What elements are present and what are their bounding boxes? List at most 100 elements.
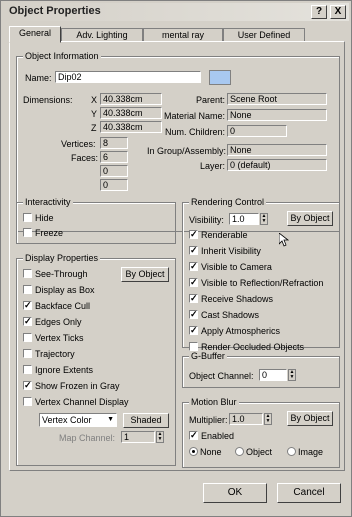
mouse-cursor-icon (279, 233, 289, 247)
cast-shadows-checkbox[interactable]: ✓ Cast Shadows (189, 310, 259, 322)
window-title: Object Properties (9, 5, 101, 17)
display-by-object-button[interactable]: By Object (121, 267, 169, 282)
motion-blur-enabled-checkbox[interactable]: ✓ Enabled (189, 431, 234, 443)
ok-button[interactable]: OK (203, 483, 267, 503)
num-children-value: 0 (227, 125, 287, 137)
freeze-checkbox[interactable]: Freeze (23, 228, 63, 240)
multiplier-label: Multiplier: (189, 415, 228, 425)
dimensions-label: Dimensions: (23, 95, 73, 105)
apply-atmospherics-checkbox[interactable]: ✓ Apply Atmospherics (189, 326, 280, 338)
check-mark-icon: ✓ (189, 277, 198, 287)
motion-blur-by-object-button[interactable]: By Object (287, 411, 333, 426)
group-label: Rendering Control (189, 197, 267, 207)
num-children-label: Num. Children: (164, 127, 225, 137)
image-label: Image (298, 447, 324, 457)
render-by-object-button[interactable]: By Object (287, 211, 333, 226)
cancel-button[interactable]: Cancel (277, 483, 341, 503)
layer-value: 0 (default) (227, 159, 327, 171)
map-channel-label: Map Channel: (59, 433, 116, 443)
inherit-visibility-checkbox[interactable]: ✓ Inherit Visibility (189, 246, 261, 258)
backface-cull-checkbox[interactable]: ✓ Backface Cull (23, 301, 90, 313)
tab-mental-ray[interactable]: mental ray (143, 28, 223, 42)
x-label: X (91, 95, 98, 105)
check-mark-icon: ✓ (189, 325, 198, 335)
visible-to-reflection-label: Visible to Reflection/Refraction (201, 278, 324, 288)
y-label: Y (91, 109, 98, 119)
material-name-label: Material Name: (163, 111, 225, 121)
vertex-color-dropdown[interactable]: Vertex Color ▼ (39, 413, 117, 427)
hide-checkbox[interactable]: Hide (23, 213, 54, 225)
map-channel-spinner[interactable]: ▲ ▼ (156, 431, 164, 443)
visibility-spinner[interactable]: ▲ ▼ (260, 213, 268, 225)
visible-to-camera-label: Visible to Camera (201, 262, 272, 272)
tab-general[interactable]: General (9, 26, 61, 43)
tab-adv-lighting[interactable]: Adv. Lighting (61, 28, 143, 42)
faces-value: 6 (100, 151, 128, 163)
vertex-ticks-checkbox[interactable]: Vertex Ticks (23, 333, 84, 345)
receive-shadows-label: Receive Shadows (201, 294, 274, 304)
tab-user-defined[interactable]: User Defined (223, 28, 305, 42)
radio-icon (287, 447, 296, 456)
z-dimension: 40.338cm (100, 121, 162, 133)
show-frozen-gray-checkbox[interactable]: ✓ Show Frozen in Gray (23, 381, 120, 393)
parent-value: Scene Root (227, 93, 327, 105)
group-assembly-label: In Group/Assembly: (147, 146, 227, 156)
check-mark-icon: ✓ (189, 261, 198, 271)
object-channel-spinner[interactable]: ▲ ▼ (288, 369, 296, 381)
vertices-value: 8 (100, 137, 128, 149)
see-through-checkbox[interactable]: See-Through (23, 269, 88, 281)
object-channel-label: Object Channel: (189, 371, 254, 381)
object-channel-input[interactable]: 0 (259, 369, 287, 381)
check-mark-icon: ✓ (189, 245, 198, 255)
check-mark-icon: ✓ (189, 430, 198, 440)
help-button[interactable]: ? (311, 5, 327, 19)
ignore-extents-checkbox[interactable]: Ignore Extents (23, 365, 93, 377)
visibility-label: Visibility: (189, 215, 224, 225)
checkbox-box (23, 333, 32, 342)
multiplier-spinner[interactable]: ▲ ▼ (264, 413, 272, 425)
visibility-input[interactable]: 1.0 (229, 213, 259, 225)
z-label: Z (91, 123, 97, 133)
map-channel-input[interactable]: 1 (121, 431, 155, 443)
display-as-box-checkbox[interactable]: Display as Box (23, 285, 95, 297)
material-name-value: None (227, 109, 327, 121)
ignore-extents-label: Ignore Extents (35, 365, 94, 375)
group-label: Object Information (23, 51, 101, 61)
renderable-checkbox[interactable]: ✓ Renderable (189, 230, 248, 242)
visible-to-reflection-checkbox[interactable]: ✓ Visible to Reflection/Refraction (189, 278, 323, 290)
vertex-ticks-label: Vertex Ticks (35, 333, 84, 343)
image-radio[interactable]: Image (287, 447, 323, 459)
x-dimension: 40.338cm (100, 93, 162, 105)
group-label: Display Properties (23, 253, 101, 263)
title-bar[interactable]: Object Properties ? X (3, 3, 349, 21)
checkbox-box (23, 285, 32, 294)
trajectory-checkbox[interactable]: Trajectory (23, 349, 75, 361)
vertex-color-value: Vertex Color (42, 415, 92, 425)
edges-only-checkbox[interactable]: ✓ Edges Only (23, 317, 82, 329)
receive-shadows-checkbox[interactable]: ✓ Receive Shadows (189, 294, 273, 306)
object-radio[interactable]: Object (235, 447, 272, 459)
none-radio[interactable]: None (189, 447, 222, 459)
display-properties-group: Display Properties By Object See-Through… (16, 253, 176, 466)
name-input[interactable]: Dip02 (55, 71, 201, 83)
general-tab-panel: Object Information Name: Dip02 Dimension… (9, 41, 345, 471)
object-label: Object (246, 447, 273, 457)
vertex-channel-display-label: Vertex Channel Display (35, 397, 129, 407)
visible-to-camera-checkbox[interactable]: ✓ Visible to Camera (189, 262, 272, 274)
object-color-swatch[interactable] (209, 70, 231, 85)
group-label: G-Buffer (189, 351, 227, 361)
checkbox-box (23, 213, 32, 222)
inherit-visibility-label: Inherit Visibility (201, 246, 261, 256)
radio-icon (235, 447, 244, 456)
hide-label: Hide (35, 213, 54, 223)
shaded-button[interactable]: Shaded (123, 413, 169, 428)
interactivity-group: Interactivity Hide Freeze (16, 197, 176, 244)
multiplier-input[interactable]: 1.0 (229, 413, 263, 425)
checkbox-box (23, 228, 32, 237)
vertex-channel-display-checkbox[interactable]: Vertex Channel Display (23, 397, 129, 409)
extra-value-2: 0 (100, 179, 128, 191)
radio-selected-icon (189, 447, 198, 456)
vertices-label: Vertices: (61, 139, 96, 149)
check-mark-icon: ✓ (189, 293, 198, 303)
close-button[interactable]: X (330, 5, 346, 19)
